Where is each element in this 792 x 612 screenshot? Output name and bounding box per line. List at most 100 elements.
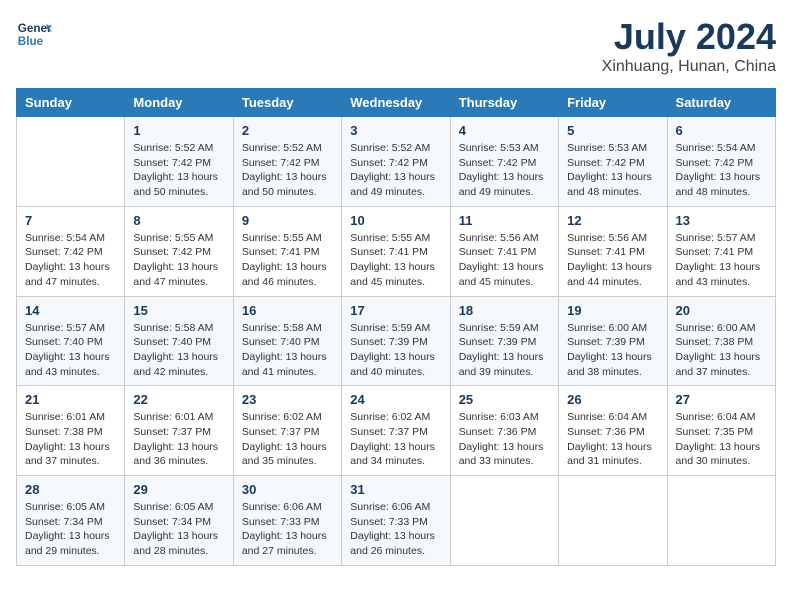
- day-number: 18: [459, 303, 550, 318]
- day-info: Sunrise: 6:04 AM Sunset: 7:35 PM Dayligh…: [676, 410, 767, 469]
- day-info: Sunrise: 5:52 AM Sunset: 7:42 PM Dayligh…: [350, 141, 441, 200]
- day-info: Sunrise: 5:56 AM Sunset: 7:41 PM Dayligh…: [567, 231, 658, 290]
- day-number: 16: [242, 303, 333, 318]
- calendar-cell: 11 Sunrise: 5:56 AM Sunset: 7:41 PM Dayli…: [450, 206, 558, 296]
- day-number: 24: [350, 392, 441, 407]
- day-info: Sunrise: 6:06 AM Sunset: 7:33 PM Dayligh…: [350, 500, 441, 559]
- day-info: Sunrise: 5:56 AM Sunset: 7:41 PM Dayligh…: [459, 231, 550, 290]
- day-number: 4: [459, 123, 550, 138]
- calendar-cell: 19Sunrise: 6:00 AM Sunset: 7:39 PM Dayli…: [559, 296, 667, 386]
- day-number: 17: [350, 303, 441, 318]
- calendar-cell: 5 Sunrise: 5:53 AM Sunset: 7:42 PM Daylig…: [559, 117, 667, 207]
- day-number: 27: [676, 392, 767, 407]
- calendar-cell: 31 Sunrise: 6:06 AM Sunset: 7:33 PM Dayli…: [342, 476, 450, 566]
- day-info: Sunrise: 6:05 AM Sunset: 7:34 PM Dayligh…: [133, 500, 224, 559]
- day-number: 3: [350, 123, 441, 138]
- day-number: 2: [242, 123, 333, 138]
- week-row-2: 7Sunrise: 5:54 AM Sunset: 7:42 PM Daylig…: [17, 206, 776, 296]
- day-header-wednesday: Wednesday: [342, 89, 450, 117]
- day-info: Sunrise: 5:57 AM Sunset: 7:41 PM Dayligh…: [676, 231, 767, 290]
- calendar-table: SundayMondayTuesdayWednesdayThursdayFrid…: [16, 88, 776, 566]
- calendar-cell: 2 Sunrise: 5:52 AM Sunset: 7:42 PM Daylig…: [233, 117, 341, 207]
- calendar-cell: 23Sunrise: 6:02 AM Sunset: 7:37 PM Dayli…: [233, 386, 341, 476]
- day-header-monday: Monday: [125, 89, 233, 117]
- day-info: Sunrise: 5:57 AM Sunset: 7:40 PM Dayligh…: [25, 321, 116, 380]
- day-number: 21: [25, 392, 116, 407]
- day-info: Sunrise: 5:52 AM Sunset: 7:42 PM Dayligh…: [242, 141, 333, 200]
- day-info: Sunrise: 6:02 AM Sunset: 7:37 PM Dayligh…: [350, 410, 441, 469]
- calendar-cell: 6Sunrise: 5:54 AM Sunset: 7:42 PM Daylig…: [667, 117, 775, 207]
- title-section: July 2024 Xinhuang, Hunan, China: [602, 16, 776, 76]
- logo-icon: General Blue: [16, 16, 52, 52]
- calendar-cell: 24 Sunrise: 6:02 AM Sunset: 7:37 PM Dayli…: [342, 386, 450, 476]
- calendar-cell: 22 Sunrise: 6:01 AM Sunset: 7:37 PM Dayli…: [125, 386, 233, 476]
- day-info: Sunrise: 5:58 AM Sunset: 7:40 PM Dayligh…: [133, 321, 224, 380]
- calendar-cell: 18 Sunrise: 5:59 AM Sunset: 7:39 PM Dayli…: [450, 296, 558, 386]
- week-row-1: 1Sunrise: 5:52 AM Sunset: 7:42 PM Daylig…: [17, 117, 776, 207]
- day-number: 29: [133, 482, 224, 497]
- day-info: Sunrise: 5:58 AM Sunset: 7:40 PM Dayligh…: [242, 321, 333, 380]
- day-number: 20: [676, 303, 767, 318]
- calendar-cell: [667, 476, 775, 566]
- day-number: 31: [350, 482, 441, 497]
- day-number: 30: [242, 482, 333, 497]
- calendar-cell: 13 Sunrise: 5:57 AM Sunset: 7:41 PM Dayli…: [667, 206, 775, 296]
- calendar-cell: 4 Sunrise: 5:53 AM Sunset: 7:42 PM Daylig…: [450, 117, 558, 207]
- day-info: Sunrise: 5:52 AM Sunset: 7:42 PM Dayligh…: [133, 141, 224, 200]
- calendar-cell: 29 Sunrise: 6:05 AM Sunset: 7:34 PM Dayli…: [125, 476, 233, 566]
- day-info: Sunrise: 6:01 AM Sunset: 7:37 PM Dayligh…: [133, 410, 224, 469]
- day-number: 26: [567, 392, 658, 407]
- day-number: 6: [676, 123, 767, 138]
- calendar-cell: 25Sunrise: 6:03 AM Sunset: 7:36 PM Dayli…: [450, 386, 558, 476]
- calendar-cell: 21 Sunrise: 6:01 AM Sunset: 7:38 PM Dayli…: [17, 386, 125, 476]
- day-info: Sunrise: 6:04 AM Sunset: 7:36 PM Dayligh…: [567, 410, 658, 469]
- day-info: Sunrise: 6:00 AM Sunset: 7:38 PM Dayligh…: [676, 321, 767, 380]
- subtitle: Xinhuang, Hunan, China: [602, 58, 776, 76]
- calendar-cell: 30 Sunrise: 6:06 AM Sunset: 7:33 PM Dayli…: [233, 476, 341, 566]
- calendar-cell: 1Sunrise: 5:52 AM Sunset: 7:42 PM Daylig…: [125, 117, 233, 207]
- week-row-3: 14 Sunrise: 5:57 AM Sunset: 7:40 PM Dayli…: [17, 296, 776, 386]
- week-row-5: 28 Sunrise: 6:05 AM Sunset: 7:34 PM Dayli…: [17, 476, 776, 566]
- day-number: 9: [242, 213, 333, 228]
- day-info: Sunrise: 6:05 AM Sunset: 7:34 PM Dayligh…: [25, 500, 116, 559]
- day-header-friday: Friday: [559, 89, 667, 117]
- day-info: Sunrise: 5:53 AM Sunset: 7:42 PM Dayligh…: [459, 141, 550, 200]
- calendar-cell: 14 Sunrise: 5:57 AM Sunset: 7:40 PM Dayli…: [17, 296, 125, 386]
- calendar-cell: 20 Sunrise: 6:00 AM Sunset: 7:38 PM Dayli…: [667, 296, 775, 386]
- calendar-cell: [559, 476, 667, 566]
- calendar-cell: 27 Sunrise: 6:04 AM Sunset: 7:35 PM Dayli…: [667, 386, 775, 476]
- calendar-cell: [450, 476, 558, 566]
- calendar-cell: 7Sunrise: 5:54 AM Sunset: 7:42 PM Daylig…: [17, 206, 125, 296]
- day-header-saturday: Saturday: [667, 89, 775, 117]
- day-info: Sunrise: 5:55 AM Sunset: 7:42 PM Dayligh…: [133, 231, 224, 290]
- day-number: 10: [350, 213, 441, 228]
- calendar-cell: 17 Sunrise: 5:59 AM Sunset: 7:39 PM Dayli…: [342, 296, 450, 386]
- header-row: SundayMondayTuesdayWednesdayThursdayFrid…: [17, 89, 776, 117]
- day-info: Sunrise: 5:59 AM Sunset: 7:39 PM Dayligh…: [459, 321, 550, 380]
- logo: General Blue: [16, 16, 52, 52]
- day-number: 11: [459, 213, 550, 228]
- calendar-cell: [17, 117, 125, 207]
- day-number: 13: [676, 213, 767, 228]
- day-info: Sunrise: 6:06 AM Sunset: 7:33 PM Dayligh…: [242, 500, 333, 559]
- day-header-tuesday: Tuesday: [233, 89, 341, 117]
- day-info: Sunrise: 6:01 AM Sunset: 7:38 PM Dayligh…: [25, 410, 116, 469]
- calendar-cell: 15 Sunrise: 5:58 AM Sunset: 7:40 PM Dayli…: [125, 296, 233, 386]
- day-number: 14: [25, 303, 116, 318]
- calendar-cell: 16 Sunrise: 5:58 AM Sunset: 7:40 PM Dayli…: [233, 296, 341, 386]
- calendar-cell: 8 Sunrise: 5:55 AM Sunset: 7:42 PM Daylig…: [125, 206, 233, 296]
- day-number: 28: [25, 482, 116, 497]
- day-number: 15: [133, 303, 224, 318]
- day-info: Sunrise: 5:59 AM Sunset: 7:39 PM Dayligh…: [350, 321, 441, 380]
- day-number: 19: [567, 303, 658, 318]
- day-info: Sunrise: 5:53 AM Sunset: 7:42 PM Dayligh…: [567, 141, 658, 200]
- day-number: 8: [133, 213, 224, 228]
- day-number: 5: [567, 123, 658, 138]
- main-title: July 2024: [602, 16, 776, 58]
- calendar-cell: 26 Sunrise: 6:04 AM Sunset: 7:36 PM Dayli…: [559, 386, 667, 476]
- svg-text:Blue: Blue: [18, 35, 44, 48]
- day-header-thursday: Thursday: [450, 89, 558, 117]
- header: General Blue July 2024 Xinhuang, Hunan, …: [16, 16, 776, 76]
- day-number: 23: [242, 392, 333, 407]
- day-number: 22: [133, 392, 224, 407]
